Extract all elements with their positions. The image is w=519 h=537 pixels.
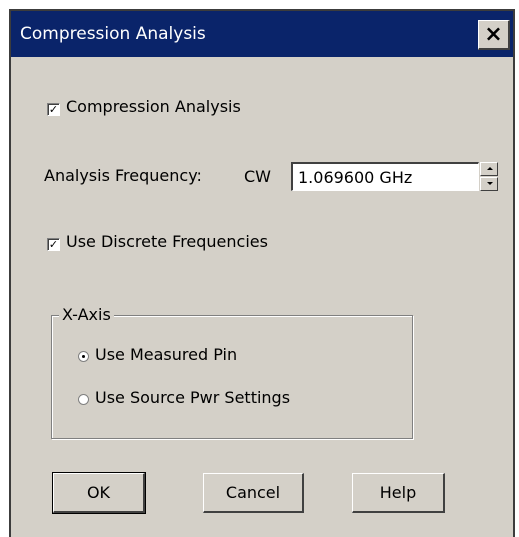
compression-analysis-dialog: Compression Analysis × ✓ Compression Ana… [9, 9, 515, 537]
arrow-down-icon [487, 182, 493, 185]
checkmark-icon: ✓ [48, 103, 59, 116]
radio-selected-dot [82, 355, 85, 358]
compression-analysis-checkbox[interactable]: ✓ [47, 103, 60, 116]
use-source-pwr-settings-radio[interactable] [78, 394, 89, 405]
discrete-frequencies-label[interactable]: Use Discrete Frequencies [66, 232, 268, 251]
compression-analysis-label[interactable]: Compression Analysis [66, 97, 241, 116]
frequency-spinner[interactable] [480, 162, 498, 191]
x-axis-group [51, 315, 413, 439]
discrete-frequencies-checkbox[interactable]: ✓ [47, 238, 60, 251]
use-measured-pin-label[interactable]: Use Measured Pin [95, 345, 237, 364]
use-source-pwr-settings-label[interactable]: Use Source Pwr Settings [95, 388, 290, 407]
spin-up-button[interactable] [480, 162, 498, 176]
analysis-frequency-label: Analysis Frequency: [44, 166, 202, 185]
arrow-up-icon [487, 167, 493, 170]
close-button[interactable]: × [478, 20, 510, 50]
use-measured-pin-radio[interactable] [78, 351, 89, 362]
checkmark-icon: ✓ [48, 238, 59, 251]
x-axis-group-label: X-Axis [59, 305, 114, 324]
dialog-title: Compression Analysis [20, 24, 206, 44]
cancel-button[interactable]: Cancel [203, 473, 304, 513]
close-icon: × [484, 22, 503, 47]
ok-button[interactable]: OK [52, 472, 146, 514]
help-button[interactable]: Help [352, 473, 445, 513]
frequency-mode-label: CW [244, 167, 271, 186]
spin-down-button[interactable] [480, 177, 498, 191]
title-bar: Compression Analysis × [11, 11, 513, 57]
analysis-frequency-input[interactable] [291, 162, 479, 191]
